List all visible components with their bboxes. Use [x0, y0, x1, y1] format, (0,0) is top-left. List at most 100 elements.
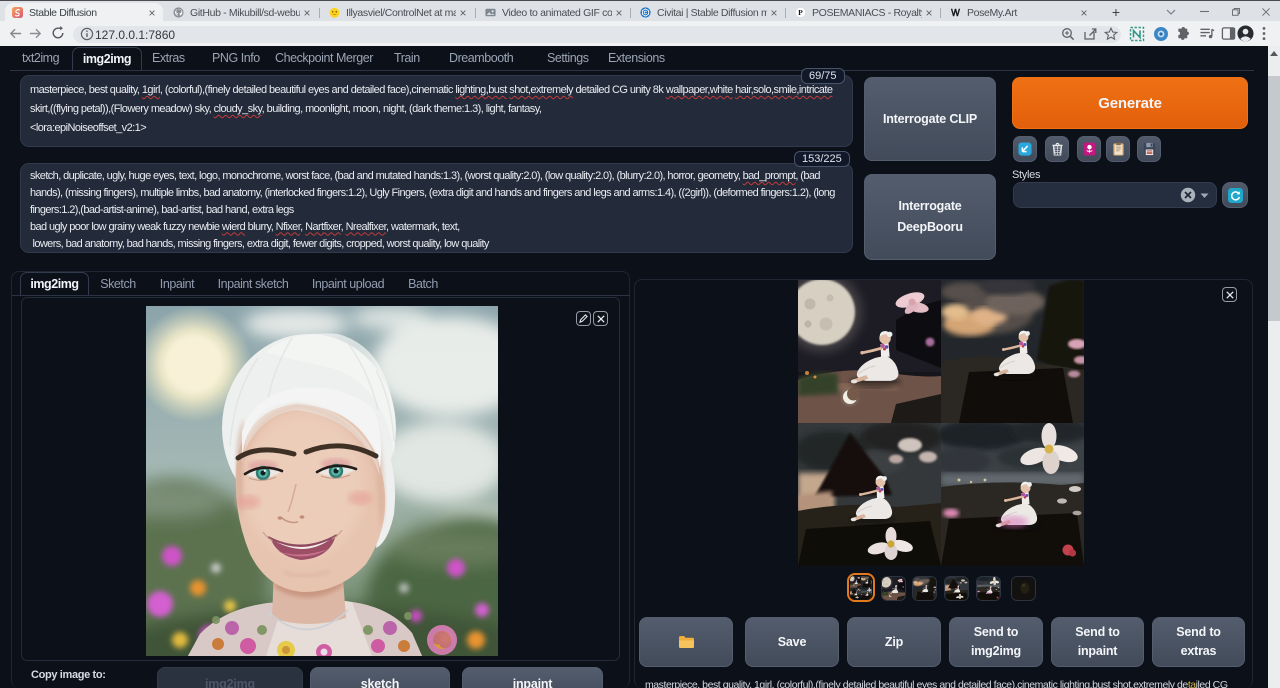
bookmark-star-icon[interactable]: [1104, 27, 1118, 46]
gallery-image-4[interactable]: [941, 423, 1084, 566]
reload-button[interactable]: [48, 23, 68, 43]
extension-noscript-icon[interactable]: [1129, 26, 1145, 47]
gallery-image-3[interactable]: [798, 423, 941, 566]
mode-tab-inpaint-sketch[interactable]: Inpaint sketch: [211, 273, 295, 295]
browser-menu-icon[interactable]: [1262, 26, 1266, 46]
scrollbar-thumb[interactable]: [1268, 76, 1280, 321]
token-counter: 69/75: [801, 68, 845, 84]
gallery-thumbnail[interactable]: [912, 576, 937, 601]
tab-close-icon[interactable]: ×: [767, 6, 781, 20]
mode-tab-inpaint[interactable]: Inpaint: [152, 273, 202, 295]
tab-close-icon[interactable]: ×: [1077, 6, 1091, 20]
tab-dreambooth[interactable]: Dreambooth: [439, 47, 523, 70]
tab-separator: [475, 8, 476, 18]
send-to-extras-button[interactable]: Send to extras: [1152, 617, 1245, 667]
gallery-thumbnail[interactable]: [1011, 576, 1036, 601]
browser-tab-3[interactable]: Illyasviel/ControlNet at main×: [322, 3, 474, 22]
close-gallery-button[interactable]: [1222, 287, 1237, 302]
browser-tab-4[interactable]: Video to animated GIF converter×: [478, 3, 630, 22]
gallery-image-2[interactable]: [941, 280, 1084, 423]
paste-params-button[interactable]: [1013, 136, 1037, 162]
extension-blue-icon[interactable]: [1153, 26, 1169, 47]
window-minimize-button[interactable]: [1194, 1, 1214, 22]
tab-close-icon[interactable]: ×: [456, 6, 470, 20]
mode-tab-sketch[interactable]: Sketch: [95, 273, 141, 295]
gallery-thumbnail[interactable]: [881, 576, 906, 601]
generate-button[interactable]: Generate: [1012, 77, 1248, 129]
gallery-thumbnail[interactable]: [944, 576, 969, 601]
save-button[interactable]: Save: [745, 617, 839, 667]
open-folder-button[interactable]: [639, 617, 733, 667]
browser-tab-7[interactable]: PoseMy.Art×: [943, 3, 1095, 22]
tab-img2img[interactable]: img2img: [72, 47, 142, 70]
tab-close-icon[interactable]: ×: [922, 6, 936, 20]
gallery-thumbnail-selected[interactable]: [847, 573, 875, 602]
clear-styles-icon[interactable]: [1180, 187, 1196, 203]
new-tab-button[interactable]: +: [1106, 1, 1126, 22]
tab-png-info[interactable]: PNG Info: [202, 47, 270, 70]
copy-to-img2img-button[interactable]: img2img: [157, 667, 303, 688]
svg-text:P: P: [798, 8, 803, 17]
input-image[interactable]: [146, 306, 498, 656]
extensions-puzzle-icon[interactable]: [1176, 26, 1191, 46]
profile-avatar[interactable]: [1237, 25, 1254, 47]
clear-prompt-button[interactable]: [1045, 136, 1069, 162]
scrollbar-up-arrow[interactable]: [1268, 46, 1280, 60]
tab-close-icon[interactable]: ×: [145, 6, 159, 20]
tab-settings[interactable]: Settings: [537, 47, 599, 70]
browser-tab-1[interactable]: Stable Diffusion×: [5, 3, 163, 22]
tab-close-icon[interactable]: ×: [612, 6, 626, 20]
dropdown-caret-icon: [1200, 193, 1209, 199]
copy-to-sketch-button[interactable]: sketch: [310, 667, 450, 688]
tab-title: PoseMy.Art: [967, 7, 1077, 19]
tab-extras[interactable]: Extras: [142, 47, 195, 70]
mode-tab-inpaint-upload[interactable]: Inpaint upload: [306, 273, 390, 295]
prompt-textarea[interactable]: masterpiece, best quality, 1girl, (color…: [20, 75, 853, 147]
negative-token-counter: 153/225: [794, 151, 850, 167]
browser-tab-2[interactable]: GitHub - Mikubill/sd-webui-con×: [166, 3, 318, 22]
zip-button[interactable]: Zip: [847, 617, 941, 667]
apply-style-button[interactable]: [1106, 136, 1130, 162]
mode-tab-batch[interactable]: Batch: [400, 273, 446, 295]
tab-separator: [785, 8, 786, 18]
back-button[interactable]: [5, 23, 25, 43]
tab-train[interactable]: Train: [384, 47, 430, 70]
edit-image-button[interactable]: [576, 311, 591, 326]
media-playlist-icon[interactable]: [1199, 26, 1215, 46]
share-icon[interactable]: [1083, 27, 1097, 46]
gallery-thumbnail[interactable]: [976, 576, 1001, 601]
save-style-button[interactable]: [1137, 136, 1161, 162]
forward-button[interactable]: [25, 23, 45, 43]
gallery-preview[interactable]: [798, 280, 1084, 565]
tab-checkpoint-merger[interactable]: Checkpoint Merger: [265, 47, 383, 70]
tab-txt2img[interactable]: txt2img: [12, 47, 69, 70]
send-to-img2img-button[interactable]: Send to img2img: [949, 617, 1043, 667]
close-icon: [597, 315, 605, 323]
interrogate-clip-button[interactable]: Interrogate CLIP: [864, 77, 996, 161]
tab-search-chevron-icon[interactable]: [1163, 1, 1179, 22]
styles-dropdown[interactable]: [1013, 182, 1217, 208]
address-bar[interactable]: 127.0.0.1:7860: [73, 26, 1121, 43]
mode-tab-img2img[interactable]: img2img: [20, 272, 89, 295]
window-close-button[interactable]: [1256, 1, 1276, 22]
pencil-icon: [579, 314, 588, 323]
side-panel-icon[interactable]: [1221, 26, 1236, 46]
tab-close-icon[interactable]: ×: [300, 6, 314, 20]
tab-separator: [630, 8, 631, 18]
send-to-inpaint-button[interactable]: Send to inpaint: [1051, 617, 1144, 667]
copy-to-inpaint-button[interactable]: inpaint: [462, 667, 603, 688]
gallery-image-1[interactable]: [798, 280, 941, 423]
site-info-icon[interactable]: [80, 27, 94, 46]
interrogate-deepbooru-button[interactable]: Interrogate DeepBooru: [864, 174, 996, 260]
negative-prompt-textarea[interactable]: sketch, duplicate, ugly, huge eyes, text…: [20, 163, 853, 253]
refresh-styles-button[interactable]: [1222, 182, 1248, 208]
browser-tab-5[interactable]: Civitai | Stable Diffusion models×: [633, 3, 785, 22]
zoom-icon[interactable]: [1061, 27, 1075, 46]
copy-image-to-label: Copy image to:: [31, 669, 106, 681]
browser-tab-6[interactable]: P POSEMANIACS - Royalty free 3×: [788, 3, 940, 22]
window-maximize-button[interactable]: [1226, 1, 1246, 22]
clear-image-button[interactable]: [593, 311, 608, 326]
extra-networks-button[interactable]: [1077, 136, 1101, 162]
tab-title: POSEMANIACS - Royalty free 3: [812, 7, 922, 19]
tab-extensions[interactable]: Extensions: [598, 47, 675, 70]
